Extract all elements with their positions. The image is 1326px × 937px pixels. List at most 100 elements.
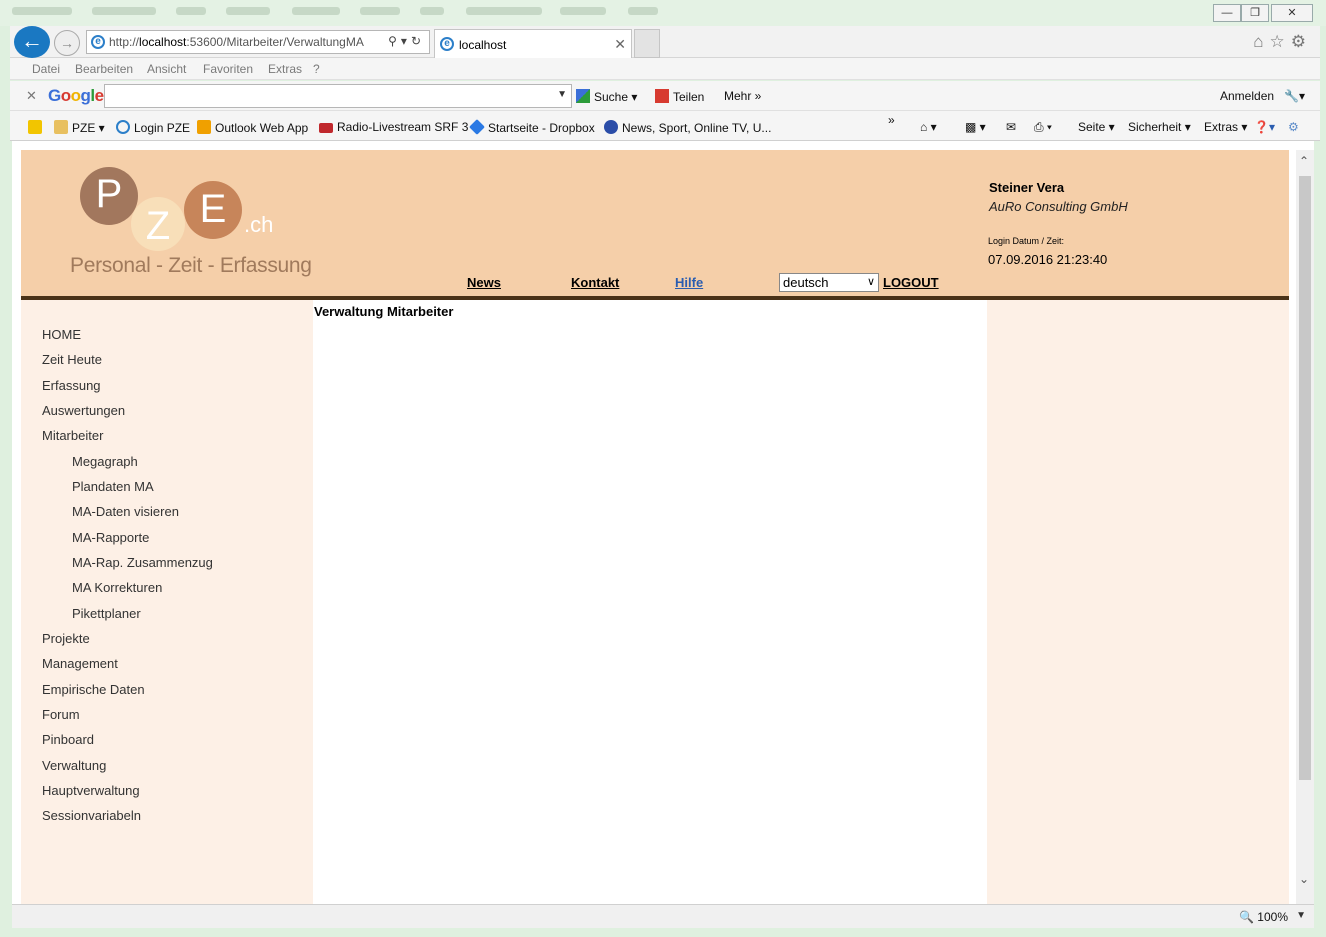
background-blur (560, 7, 606, 15)
zoom-dropdown-icon[interactable]: ▼ (1296, 910, 1306, 921)
google-plus-icon (655, 89, 669, 103)
tab-localhost[interactable]: e localhost ✕ (434, 29, 632, 58)
ie-page-icon: e (440, 37, 454, 51)
background-blur (226, 7, 270, 15)
menu-tools[interactable]: Extras (268, 62, 302, 76)
fav-srf3[interactable]: Radio-Livestream SRF 3 (319, 120, 468, 134)
background-blur (92, 7, 156, 15)
sidebar-item-auswertungen[interactable]: Auswertungen (42, 403, 125, 418)
login-time: 07.09.2016 21:23:40 (988, 252, 1108, 267)
mail-icon[interactable]: ✉ (1006, 120, 1016, 134)
sidebar-item-plandaten[interactable]: Plandaten MA (72, 479, 154, 494)
share-button[interactable]: Teilen (655, 89, 704, 104)
address-bar[interactable]: e http://localhost:53600/Mitarbeiter/Ver… (86, 30, 430, 54)
close-window-button[interactable]: ✕ (1271, 4, 1313, 22)
background-blur (292, 7, 340, 15)
sidebar-item-ma-rapporte[interactable]: MA-Rapporte (72, 530, 149, 545)
favorites-star-icon[interactable] (28, 120, 46, 135)
back-button[interactable]: ← (14, 26, 50, 58)
google-search-input[interactable]: ▼ (104, 84, 572, 108)
sidebar-item-ma-korrekturen[interactable]: MA Korrekturen (72, 580, 162, 595)
maximize-button[interactable]: ❐ (1241, 4, 1269, 22)
ie-page-icon (116, 120, 130, 134)
chevron-more-icon[interactable]: » (888, 113, 895, 127)
vertical-scrollbar[interactable]: ⌃ ⌄ (1296, 150, 1314, 904)
logout-link[interactable]: LOGOUT (883, 275, 939, 290)
status-bar: 🔍 100% ▼ (12, 904, 1314, 928)
menu-file[interactable]: Datei (32, 62, 60, 76)
search-refresh-icons[interactable]: ⚲▾↻ (388, 34, 425, 48)
fav-outlook[interactable]: Outlook Web App (197, 120, 308, 135)
close-toolbar-icon[interactable]: ✕ (26, 88, 37, 104)
chevron-down-icon: ∨ (866, 276, 875, 288)
main-content (313, 300, 987, 904)
background-blur (420, 7, 444, 15)
more-button[interactable]: Mehr » (724, 89, 761, 103)
menu-view[interactable]: Ansicht (147, 62, 186, 76)
sidebar-item-projekte[interactable]: Projekte (42, 631, 90, 646)
tools-menu[interactable]: Extras ▾ (1204, 120, 1247, 134)
menu-edit[interactable]: Bearbeiten (75, 62, 133, 76)
signin-button[interactable]: Anmelden (1220, 89, 1274, 103)
ie-page-icon: e (91, 35, 105, 49)
sidebar-item-zeit-heute[interactable]: Zeit Heute (42, 352, 102, 367)
page-title: Verwaltung Mitarbeiter (314, 304, 454, 319)
sidebar-item-erfassung[interactable]: Erfassung (42, 378, 101, 393)
sidebar-item-mitarbeiter[interactable]: Mitarbeiter (42, 428, 103, 443)
sidebar-item-megagraph[interactable]: Megagraph (72, 454, 138, 469)
right-column (987, 300, 1289, 904)
forward-button[interactable]: → (54, 30, 80, 56)
logo-p: P (80, 167, 138, 225)
sidebar-item-verwaltung[interactable]: Verwaltung (42, 758, 106, 773)
folder-icon (54, 120, 68, 134)
print-icon[interactable]: ⎙ ▾ (1034, 120, 1052, 135)
scrollbar-thumb[interactable] (1299, 176, 1311, 780)
nav-news-link[interactable]: News (467, 275, 501, 290)
navigation-bar: ← → e http://localhost:53600/Mitarbeiter… (10, 26, 1320, 58)
zoom-level[interactable]: 🔍 100% (1239, 910, 1288, 924)
nav-contact-link[interactable]: Kontakt (571, 275, 619, 290)
sidebar-item-forum[interactable]: Forum (42, 707, 80, 722)
feeds-icon[interactable]: ▩ ▾ (965, 120, 986, 134)
sidebar-item-pinboard[interactable]: Pinboard (42, 732, 94, 747)
menu-help[interactable]: ? (313, 62, 320, 76)
sidebar-item-sessionvariabeln[interactable]: Sessionvariabeln (42, 808, 141, 823)
nav-help-link[interactable]: Hilfe (675, 275, 703, 290)
logo-subtitle: Personal - Zeit - Erfassung (70, 254, 312, 277)
home-icon[interactable]: ⌂ ▾ (920, 120, 937, 134)
login-label: Login Datum / Zeit: (988, 236, 1065, 246)
sidebar-item-empirische-daten[interactable]: Empirische Daten (42, 682, 145, 697)
scroll-up-icon[interactable]: ⌃ (1299, 154, 1309, 168)
wrench-icon[interactable]: 🔧▾ (1284, 89, 1305, 103)
security-menu[interactable]: Sicherheit ▾ (1128, 120, 1191, 134)
new-tab-button[interactable] (634, 29, 660, 58)
user-name: Steiner Vera (989, 180, 1065, 195)
title-bar: — ❐ ✕ (0, 0, 1326, 26)
menu-favorites[interactable]: Favoriten (203, 62, 253, 76)
sidebar-item-management[interactable]: Management (42, 656, 118, 671)
tab-close-icon[interactable]: ✕ (614, 36, 626, 53)
google-logo: Google (48, 86, 104, 105)
help-icon[interactable]: ❓▾ (1254, 120, 1275, 134)
google-search-button[interactable]: Suche ▾ (576, 89, 637, 104)
page-menu[interactable]: Seite ▾ (1078, 120, 1115, 134)
scroll-down-icon[interactable]: ⌄ (1299, 872, 1309, 886)
fav-pze[interactable]: PZE ▾ (54, 120, 105, 135)
dropdown-arrow-icon[interactable]: ▼ (557, 89, 567, 100)
sidebar-item-pikettplaner[interactable]: Pikettplaner (72, 606, 141, 621)
fav-news[interactable]: News, Sport, Online TV, U... (604, 120, 771, 135)
browser-window: — ❐ ✕ ← → e http://localhost:53600/Mitar… (0, 0, 1326, 937)
fav-login-pze[interactable]: Login PZE (116, 120, 190, 135)
sidebar-item-hauptverwaltung[interactable]: Hauptverwaltung (42, 783, 140, 798)
language-select[interactable]: deutsch ∨ (779, 273, 879, 292)
sidebar-item-ma-daten-visieren[interactable]: MA-Daten visieren (72, 504, 179, 519)
logo-e: E (184, 181, 242, 239)
minimize-button[interactable]: — (1213, 4, 1241, 22)
sidebar-item-ma-rap-zusammenzug[interactable]: MA-Rap. Zusammenzug (72, 555, 213, 570)
fav-dropbox[interactable]: Startseite - Dropbox (469, 119, 595, 135)
sidebar-item-home[interactable]: HOME (42, 327, 81, 342)
background-blur (628, 7, 658, 15)
home-favorites-settings-icons[interactable]: ⌂☆⚙ (1253, 32, 1312, 52)
dropbox-icon (469, 119, 485, 135)
gear-icon[interactable]: ⚙ (1288, 120, 1299, 134)
